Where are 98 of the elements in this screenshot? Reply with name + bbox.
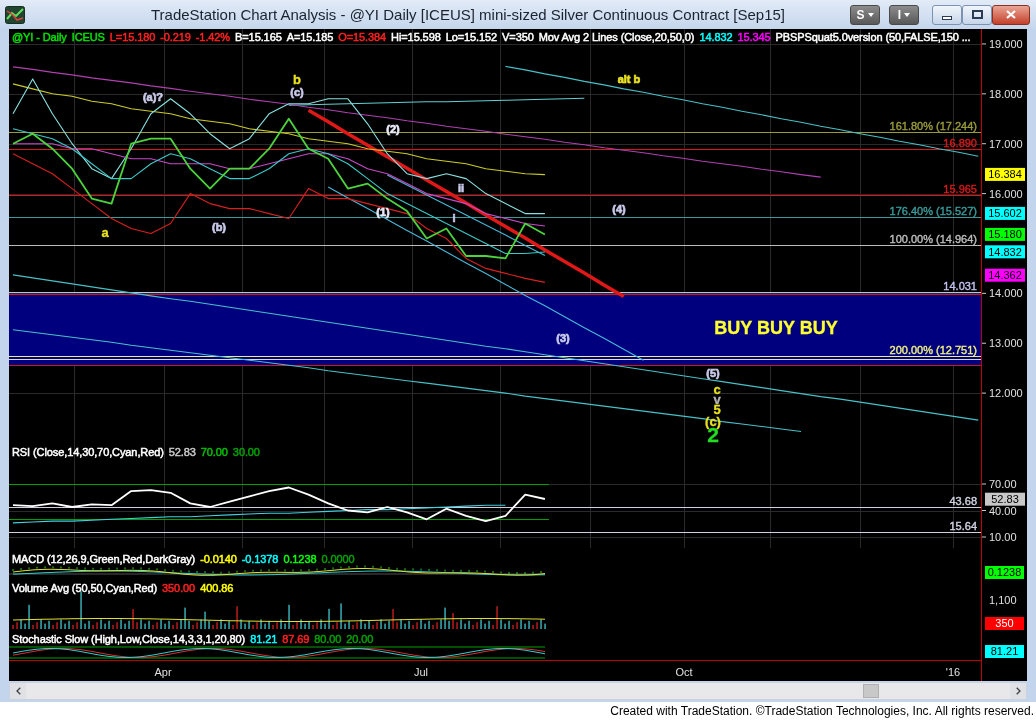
wave-label: (2) bbox=[386, 122, 400, 135]
wave-label: (b) bbox=[212, 220, 226, 233]
legend-text: 30.00 bbox=[232, 446, 260, 459]
legend-text: 0.0000 bbox=[321, 553, 355, 566]
legend-text: 14.832 bbox=[699, 31, 733, 44]
legend-text: 70.00 bbox=[200, 446, 228, 459]
wave-label: alt b bbox=[617, 73, 641, 86]
axis-label: '16 bbox=[945, 666, 961, 678]
price-tag: 14.832 bbox=[985, 245, 1025, 259]
legend-text: 52.83 bbox=[168, 446, 196, 459]
wave-label: (1) bbox=[376, 206, 390, 219]
legend-text: 80.00 bbox=[314, 633, 342, 646]
legend-text: Mov Avg 2 Lines (Close,20,50,0) bbox=[538, 31, 695, 44]
legend-text: Hi=15.598 bbox=[391, 31, 441, 44]
legend-text: Volume Avg (50,50,Cyan,Red) bbox=[12, 582, 158, 595]
level-label: 15.965 bbox=[943, 183, 977, 195]
price-tag: 16.384 bbox=[985, 167, 1025, 181]
legend-text: 87.69 bbox=[282, 633, 310, 646]
legend-text: 15.345 bbox=[737, 31, 771, 44]
legend-text: B=15.165 bbox=[235, 31, 282, 44]
legend-text: PBSPSquat5.0version (50,FALSE,150 ... bbox=[775, 31, 971, 44]
legend-text: A=15.185 bbox=[286, 31, 334, 44]
wave-label: b bbox=[293, 71, 301, 87]
wave-label: a bbox=[101, 225, 109, 241]
value-tag: 52.83 bbox=[985, 492, 1025, 506]
minimize-icon bbox=[942, 15, 952, 20]
legend-text: 20.00 bbox=[346, 633, 374, 646]
close-icon bbox=[1006, 10, 1016, 19]
legend-text: ICEUS bbox=[71, 31, 105, 44]
caret-icon bbox=[904, 12, 911, 17]
minimize-button[interactable] bbox=[932, 4, 962, 25]
legend-text: RSI (Close,14,30,70,Cyan,Red) bbox=[12, 446, 164, 459]
maximize-icon bbox=[971, 10, 983, 19]
legend-text: O=15.384 bbox=[338, 31, 387, 44]
wave-label: i bbox=[452, 211, 456, 224]
level-label: 43.68 bbox=[949, 495, 977, 507]
legend-text: 0.1238 bbox=[283, 553, 317, 566]
zone-label: BUY BUY BUY bbox=[714, 318, 838, 339]
wave-label: (c) bbox=[290, 85, 304, 98]
axis-label: 19.000 bbox=[989, 37, 1023, 50]
level-label: 100.00% (14.964) bbox=[889, 233, 977, 245]
axis-label: 16.000 bbox=[989, 187, 1023, 200]
chevron-right-icon bbox=[1015, 687, 1021, 695]
scroll-right-button[interactable] bbox=[1010, 683, 1026, 699]
axis-label: 40.00 bbox=[989, 504, 1017, 517]
level-label: 15.64 bbox=[949, 520, 977, 532]
close-button[interactable] bbox=[992, 4, 1030, 25]
price-tag: 15.180 bbox=[985, 227, 1025, 241]
legend-text: Stochastic Slow (High,Low,Close,14,3,3,1,20,80) bbox=[12, 633, 246, 646]
legend-text: -0.219 bbox=[160, 31, 191, 44]
wave-label: (3) bbox=[556, 332, 570, 345]
price-tag: 14.362 bbox=[985, 268, 1025, 282]
legend-text: V=350 bbox=[502, 31, 534, 44]
scrollbar-thumb[interactable] bbox=[863, 684, 879, 698]
value-tag: 81.21 bbox=[985, 645, 1024, 658]
maximize-button[interactable] bbox=[962, 4, 992, 25]
axis-label: 1,100 bbox=[989, 594, 1017, 606]
legend-text: 350.00 bbox=[162, 582, 196, 595]
level-label: 161.80% (17.244) bbox=[889, 120, 977, 132]
legend-text: L=15.180 bbox=[109, 31, 156, 44]
axis-label: 14.000 bbox=[989, 287, 1023, 300]
level-label: 16.890 bbox=[943, 137, 977, 149]
axis-label: 12.000 bbox=[989, 387, 1023, 400]
legend-text: Lo=15.152 bbox=[445, 31, 498, 44]
line-chart-icon bbox=[5, 5, 25, 24]
axis-label: 10.00 bbox=[989, 531, 1017, 543]
legend-text: 400.86 bbox=[200, 582, 234, 595]
dropdown-button[interactable]: S bbox=[850, 4, 880, 25]
caret-icon bbox=[867, 12, 874, 17]
scroll-left-button[interactable] bbox=[10, 683, 26, 699]
axis-label: 13.000 bbox=[989, 337, 1023, 350]
chevron-left-icon bbox=[15, 687, 21, 695]
legend-text: -1.42% bbox=[195, 31, 231, 44]
axis-label: 18.000 bbox=[989, 87, 1023, 100]
dropdown-button[interactable]: I bbox=[889, 4, 919, 25]
axis-label: 70.00 bbox=[989, 478, 1017, 490]
value-tag: 0.1238 bbox=[985, 566, 1024, 579]
horizontal-scrollbar[interactable] bbox=[9, 682, 1027, 700]
legend-text: -0.1378 bbox=[241, 553, 279, 566]
legend-text: 81.21 bbox=[250, 633, 278, 646]
window-title: TradeStation Chart Analysis - @YI Daily [ICEUS] mini-sized Silver Continuous Contract [Sep15] bbox=[149, 6, 787, 23]
legend-text: @YI - Daily bbox=[12, 31, 67, 44]
wave-label: (4) bbox=[612, 203, 626, 216]
copyright-text: Created with TradeStation. ©TradeStation Technologies, Inc. All rights reserved. bbox=[610, 704, 1034, 718]
price-tag: 15.602 bbox=[985, 206, 1025, 220]
wave-label: (5) bbox=[706, 366, 720, 379]
wave-label: (a)? bbox=[142, 90, 164, 103]
value-tag: 350 bbox=[985, 617, 1024, 630]
legend-text: MACD (12,26,9,Green,Red,DarkGray) bbox=[12, 553, 196, 566]
level-label: 200.00% (12.751) bbox=[889, 344, 977, 356]
legend-text: -0.0140 bbox=[200, 553, 237, 566]
axis-label: Jul bbox=[413, 666, 429, 678]
level-label: 14.031 bbox=[943, 280, 977, 292]
level-label: 176.40% (15.527) bbox=[889, 205, 977, 217]
wave-label: ii bbox=[457, 181, 465, 194]
axis-label: 17.000 bbox=[989, 137, 1023, 150]
axis-label: Oct bbox=[675, 666, 693, 678]
axis-label: Apr bbox=[154, 666, 172, 678]
